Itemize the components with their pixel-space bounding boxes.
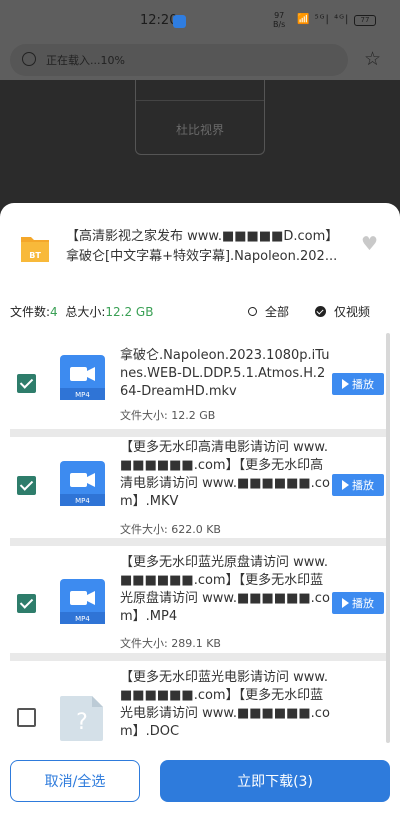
scrollbar[interactable]	[386, 333, 390, 743]
status-bar: 12:20 97 B/s 📶 ⁵ᴳ| ⁴ᴳ| 77	[0, 0, 400, 40]
play-icon	[342, 598, 349, 608]
background-menu-item: 杜比视界	[175, 123, 224, 137]
radio-unchecked-icon	[248, 307, 257, 316]
mp4-video-icon: MP4	[60, 355, 105, 400]
globe-icon	[22, 52, 36, 66]
radio-checked-icon	[315, 306, 326, 317]
filter-video-only-option[interactable]: 仅视频	[315, 303, 370, 320]
torrent-download-sheet: BT 【高清影视之家发布 www.■■■■■D.com】 拿破仑[中文字幕+特效…	[0, 203, 400, 825]
divider	[10, 429, 388, 437]
unknown-file-icon: ?	[60, 696, 103, 741]
filter-all-option[interactable]: 全部	[248, 303, 289, 320]
divider	[10, 653, 388, 661]
file-name: 拿破仑.Napoleon.2023.1080p.iTunes.WEB-DL.DD…	[120, 348, 330, 399]
cancel-select-all-button[interactable]: 取消/全选	[10, 760, 140, 802]
file-stats: 文件数:4 总大小:12.2 GB	[10, 305, 154, 319]
file-list[interactable]: MP4 拿破仑.Napoleon.2023.1080p.iTunes.WEB-D…	[0, 331, 400, 745]
svg-text:?: ?	[76, 710, 88, 735]
list-item[interactable]: ? 【更多无水印蓝光电影请访问 www.■■■■■■.com】【更多无水印蓝光电…	[10, 661, 388, 745]
list-item[interactable]: MP4 【更多无水印高清电影请访问 www.■■■■■■.com】【更多无水印高…	[10, 437, 388, 545]
file-checkbox[interactable]	[17, 594, 36, 613]
list-item[interactable]: MP4 【更多无水印蓝光原盘请访问 www.■■■■■■.com】【更多无水印蓝…	[10, 546, 388, 658]
play-button[interactable]: 播放	[332, 373, 384, 395]
loading-status: 正在载入...10%	[46, 54, 125, 67]
file-name: 【更多无水印蓝光原盘请访问 www.■■■■■■.com】【更多无水印蓝光原盘请…	[120, 555, 330, 624]
divider	[10, 538, 388, 546]
play-button[interactable]: 播放	[332, 474, 384, 496]
network-speed: 97 B/s	[273, 11, 286, 29]
file-size: 文件大小: 12.2 GB	[120, 409, 216, 422]
file-size: 文件大小: 289.1 KB	[120, 637, 221, 650]
svg-text:BT: BT	[29, 251, 41, 260]
torrent-title: 【高清影视之家发布 www.■■■■■D.com】 拿破仑[中文字幕+特效字幕]…	[66, 229, 339, 264]
mp4-video-icon: MP4	[60, 579, 105, 624]
file-checkbox[interactable]	[17, 374, 36, 393]
bookmark-star-icon[interactable]: ☆	[364, 48, 381, 70]
svg-text:MP4: MP4	[75, 497, 90, 505]
status-time: 12:20	[140, 13, 178, 28]
divider	[136, 100, 264, 101]
file-checkbox[interactable]	[17, 476, 36, 495]
file-checkbox[interactable]	[17, 708, 36, 727]
mp4-video-icon: MP4	[60, 461, 105, 506]
play-icon	[342, 379, 349, 389]
app-notification-icon	[173, 15, 186, 28]
list-item[interactable]: MP4 拿破仑.Napoleon.2023.1080p.iTunes.WEB-D…	[10, 337, 388, 437]
svg-text:MP4: MP4	[75, 615, 90, 623]
play-icon	[342, 480, 349, 490]
bt-folder-icon: BT	[21, 237, 49, 262]
download-now-button[interactable]: 立即下载(3)	[160, 760, 390, 802]
background-menu	[135, 80, 265, 155]
file-name: 【更多无水印高清电影请访问 www.■■■■■■.com】【更多无水印高清电影请…	[120, 440, 330, 509]
battery-icon: 77	[354, 15, 376, 26]
favorite-heart-icon[interactable]: ♥	[361, 233, 378, 255]
file-size: 文件大小: 622.0 KB	[120, 523, 221, 536]
play-button[interactable]: 播放	[332, 592, 384, 614]
signal-icon: 📶 ⁵ᴳ| ⁴ᴳ|	[297, 14, 350, 25]
file-name: 【更多无水印蓝光电影请访问 www.■■■■■■.com】【更多无水印蓝光电影请…	[120, 670, 330, 739]
svg-text:MP4: MP4	[75, 391, 90, 399]
